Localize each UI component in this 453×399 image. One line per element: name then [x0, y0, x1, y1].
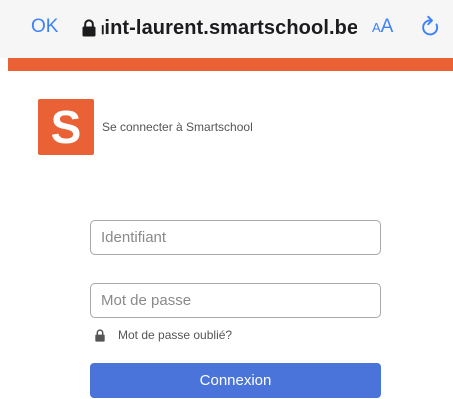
- url-display[interactable]: ₗint-laurent.smartschool.be: [101, 15, 357, 40]
- forgot-password-label: Mot de passe oublié?: [118, 328, 233, 342]
- smartschool-logo: S: [38, 99, 94, 155]
- reload-icon[interactable]: [420, 15, 442, 39]
- login-button[interactable]: Connexion: [90, 363, 381, 398]
- login-title: Se connecter à Smartschool: [102, 120, 253, 134]
- lock-icon: [82, 19, 96, 37]
- password-input[interactable]: [90, 283, 381, 318]
- done-button[interactable]: OK: [31, 16, 58, 38]
- text-size-small-label: A: [372, 20, 381, 35]
- text-size-button[interactable]: AA: [372, 16, 393, 38]
- browser-address-bar: OK ₗint-laurent.smartschool.be AA: [0, 0, 453, 58]
- accent-bar: [8, 58, 453, 71]
- lock-icon: [95, 329, 105, 342]
- text-size-large-label: A: [380, 16, 394, 37]
- username-input[interactable]: [90, 220, 381, 255]
